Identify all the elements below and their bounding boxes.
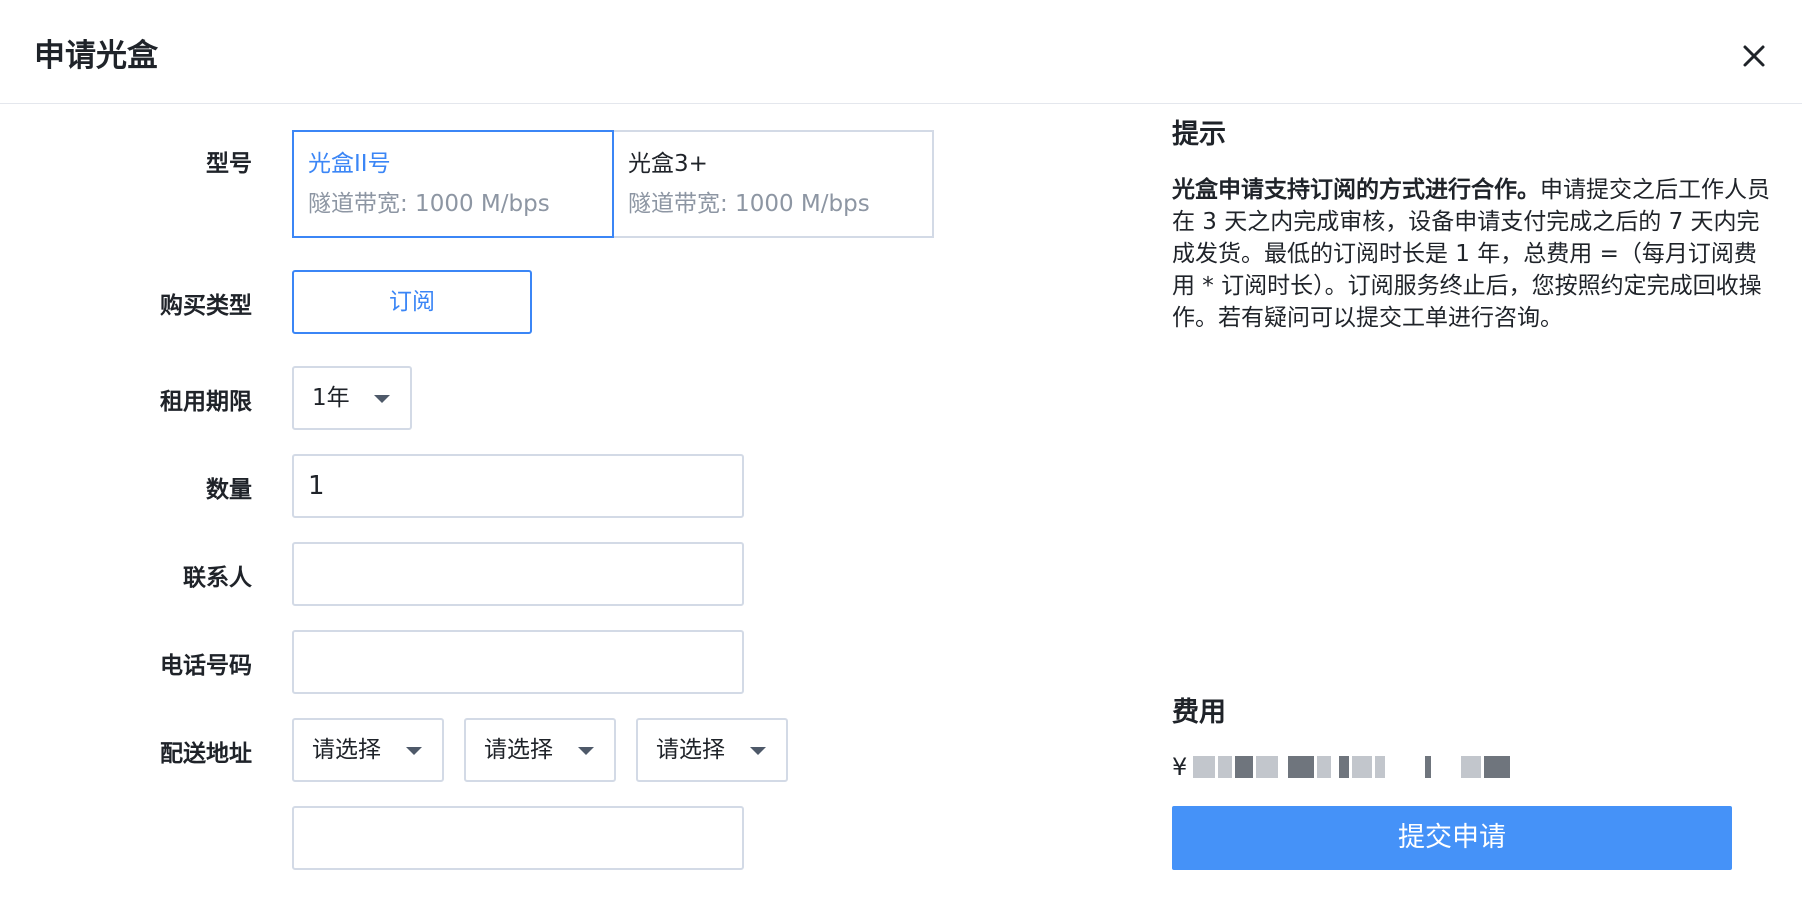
city-select[interactable]: 请选择 <box>464 718 616 782</box>
close-icon <box>1743 45 1765 67</box>
term-label: 租用期限 <box>160 389 252 415</box>
address-detail-input[interactable] <box>292 806 744 870</box>
district-select-value: 请选择 <box>656 737 725 763</box>
dialog-title: 申请光盒 <box>34 38 158 74</box>
purchase-type-subscribe-button[interactable]: 订阅 <box>292 270 532 334</box>
caret-down-icon <box>578 747 594 755</box>
tip-text-highlight: 光盒申请支持订阅的方式进行合作。 <box>1172 177 1540 203</box>
apply-dialog: 申请光盒 型号 光盒II号 隧道带宽: 1000 M/bps 光盒3+ 隧道带宽… <box>0 0 1802 908</box>
city-select-value: 请选择 <box>484 737 553 763</box>
fee-title: 费用 <box>1172 697 1226 728</box>
caret-down-icon <box>374 395 390 403</box>
caret-down-icon <box>750 747 766 755</box>
purchase-type-label: 购买类型 <box>160 293 252 319</box>
fee-amount: ¥ <box>1172 750 1513 784</box>
model-option-name: 光盒II号 <box>308 151 391 177</box>
province-select[interactable]: 请选择 <box>292 718 444 782</box>
province-select-value: 请选择 <box>312 737 381 763</box>
address-label: 配送地址 <box>160 741 252 767</box>
model-option-bandwidth: 隧道带宽: 1000 M/bps <box>308 191 550 217</box>
tip-title: 提示 <box>1172 119 1226 150</box>
model-option-name: 光盒3+ <box>628 151 708 177</box>
dialog-header: 申请光盒 <box>0 0 1802 104</box>
close-button[interactable] <box>1732 34 1776 78</box>
caret-down-icon <box>406 747 422 755</box>
submit-application-button[interactable]: 提交申请 <box>1172 806 1732 870</box>
model-option-guanghe-2[interactable]: 光盒II号 隧道带宽: 1000 M/bps <box>292 130 614 238</box>
model-label: 型号 <box>206 151 252 177</box>
redacted-amount <box>1193 756 1513 778</box>
model-option-bandwidth: 隧道带宽: 1000 M/bps <box>628 191 870 217</box>
tip-text: 光盒申请支持订阅的方式进行合作。申请提交之后工作人员在 3 天之内完成审核，设备… <box>1172 174 1772 334</box>
model-option-guanghe-3plus[interactable]: 光盒3+ 隧道带宽: 1000 M/bps <box>612 130 934 238</box>
contact-label: 联系人 <box>183 565 252 591</box>
district-select[interactable]: 请选择 <box>636 718 788 782</box>
contact-input[interactable] <box>292 542 744 606</box>
quantity-input[interactable]: 1 <box>292 454 744 518</box>
term-select-value: 1年 <box>312 385 350 411</box>
currency-symbol: ¥ <box>1172 753 1188 781</box>
term-select[interactable]: 1年 <box>292 366 412 430</box>
quantity-label: 数量 <box>206 477 252 503</box>
phone-label: 电话号码 <box>160 653 252 679</box>
phone-input[interactable] <box>292 630 744 694</box>
